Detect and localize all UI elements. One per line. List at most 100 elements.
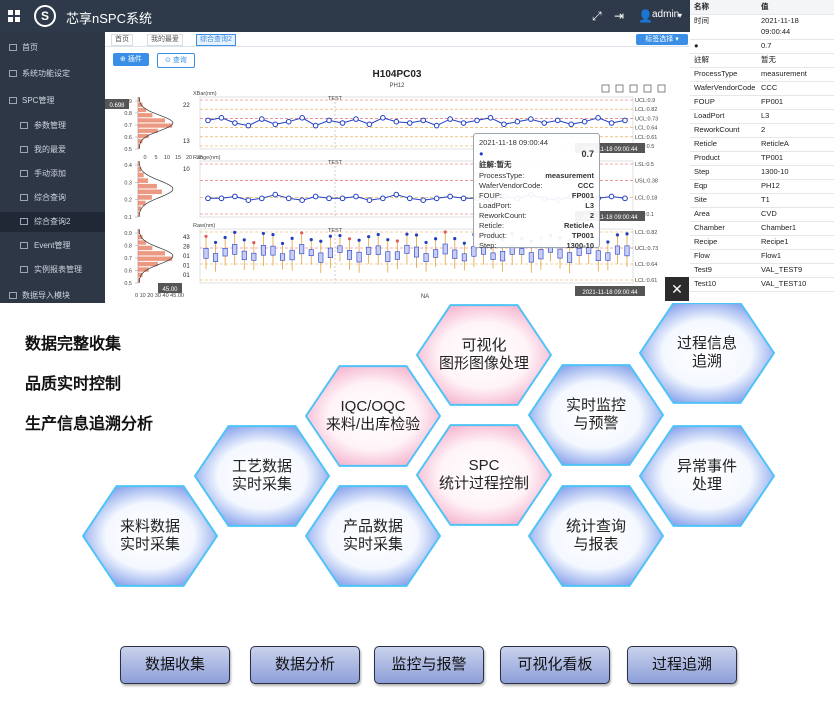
histogram-bar — [138, 113, 153, 118]
tab-home[interactable]: 首页 — [111, 34, 133, 46]
histogram-bar — [138, 118, 165, 123]
box-plot — [404, 244, 410, 254]
box-plot — [260, 245, 266, 256]
hexagon-label: 工艺数据 实时采集 — [231, 458, 292, 493]
histogram-bar — [138, 195, 152, 200]
property-row: 註解 暂无 — [690, 53, 834, 68]
outlier-point — [347, 237, 352, 241]
sidebar-item-import[interactable]: 数据导入模块 — [0, 286, 105, 303]
box-plot — [280, 253, 286, 261]
histogram-bar — [138, 183, 157, 189]
tab-bar: 首页 我的最爱 综合查询2 — [105, 32, 690, 47]
outlier-point — [204, 234, 208, 238]
box-plot — [308, 249, 314, 256]
y-tick-label: 0.5 — [124, 147, 132, 153]
current-value-text: 45.00 — [162, 287, 178, 293]
sidebar-item-spc[interactable]: SPC管理 — [0, 91, 105, 111]
normal-curve — [138, 160, 174, 218]
box-plot — [528, 252, 534, 263]
data-point — [245, 197, 252, 203]
box-plot — [452, 249, 458, 259]
fullscreen-icon[interactable]: ⤢ — [592, 9, 602, 24]
sidebar-item-query[interactable]: 综合查询 — [0, 188, 105, 208]
tab-favorites[interactable]: 我的最爱 — [147, 34, 183, 46]
data-point — [218, 195, 225, 202]
histogram-bar — [138, 172, 144, 178]
outlier-point — [213, 240, 218, 245]
sidebar-item-query2[interactable]: 综合查询2 — [0, 212, 105, 232]
outlier-point — [376, 232, 380, 237]
spc-control-chart[interactable]: H104PC03PH120510152025XBar(nm)0.90.80.70… — [105, 47, 690, 303]
box-plot — [385, 251, 391, 262]
property-row: 时间 2021-11-18 09:00:44 — [690, 15, 834, 40]
data-point — [608, 193, 615, 200]
normal-curve — [138, 228, 174, 284]
point-marker-icon: ● — [479, 149, 484, 158]
data-point — [353, 116, 359, 122]
tab-select-dropdown[interactable]: 标签选择 ▾ — [636, 34, 688, 45]
hist-x-ticks: 0 10 20 30 40 45.00 — [135, 293, 184, 299]
apps-grid-icon[interactable] — [8, 10, 20, 22]
normal-curve — [138, 96, 174, 150]
spc-app-screenshot: S 芯享nSPC系统 ⤢ ⇥ 👤 admin ▾ 首页 系统功能设定 SPC管理… — [0, 0, 834, 303]
section-label: TEST — [328, 160, 343, 166]
box-plot — [433, 249, 439, 258]
sidebar-item-params[interactable]: 参数管理 — [0, 116, 105, 136]
outlier-point — [434, 237, 438, 241]
y-tick-label: 0.7 — [124, 123, 132, 129]
limit-label: LCL:0.61 — [635, 278, 657, 284]
hist-tick-label: 0 — [143, 155, 146, 161]
pill-data-analysis: 数据分析 — [250, 646, 360, 684]
property-row: Chamber Chamber1 — [690, 221, 834, 236]
property-table: 名称 值 时间 2021-11-18 09:00:44 ● 0.7 註解 暂无 Proces… — [690, 0, 834, 303]
box-plot — [413, 246, 419, 258]
y-tick-label: 0.4 — [124, 163, 132, 169]
data-point — [501, 121, 507, 128]
box-plot — [299, 244, 305, 255]
tooltip-row: ProcessType: measurement — [479, 171, 594, 180]
box-plot — [213, 253, 219, 262]
tab-query2[interactable]: 综合查询2 — [196, 34, 236, 46]
limit-label: LCL:0.82 — [635, 107, 657, 113]
data-point — [339, 195, 346, 202]
sidebar-item-manual[interactable]: 手动添加 — [0, 164, 105, 184]
y-tick-label: 0.8 — [124, 111, 132, 117]
box-plot — [394, 251, 400, 260]
sidebar-item-home[interactable]: 首页 — [0, 38, 105, 58]
property-row: Test10 VAL_TEST10 — [690, 277, 834, 292]
sidebar-item-favorites[interactable]: 我的最爱 — [0, 140, 105, 160]
box-plot — [500, 250, 506, 262]
property-row: Test9 VAL_TEST9 — [690, 263, 834, 278]
limit-label: LCL:0.18 — [635, 195, 657, 201]
sidebar-item-reports[interactable]: 实例报表管理 — [0, 260, 105, 280]
logout-icon[interactable]: ⇥ — [614, 9, 624, 23]
bar-chart-icon — [20, 242, 28, 249]
close-button[interactable]: ✕ — [665, 277, 689, 301]
data-point — [608, 120, 615, 126]
app-title: 芯享nSPC系统 — [66, 11, 152, 26]
data-point — [393, 191, 400, 198]
property-row: ProcessType measurement — [690, 67, 834, 82]
box-plot — [375, 245, 381, 255]
limit-label: UCL:0.73 — [635, 116, 658, 122]
sidebar-item-event[interactable]: Event管理 — [0, 236, 105, 256]
hist-tick-label: 20 — [186, 155, 192, 161]
data-point — [259, 116, 265, 122]
tooltip-time: 2021-11-18 09:00:44 — [479, 138, 549, 147]
hexagon-label: 可视化 图形图像处理 — [438, 337, 529, 372]
sidebar-item-settings[interactable]: 系统功能设定 — [0, 64, 105, 84]
chevron-down-icon[interactable]: ▾ — [678, 11, 682, 20]
hist-count-label: 43 — [183, 235, 190, 241]
bar-chart-icon — [20, 218, 28, 225]
chart-title: H104PC03 — [373, 69, 422, 80]
limit-label: UCL:0.73 — [635, 246, 658, 252]
histogram-bar — [138, 256, 173, 261]
box-plot — [490, 252, 496, 260]
username[interactable]: admin — [652, 9, 679, 20]
zoom-icon — [615, 84, 624, 93]
tooltip-row: LoadPort: L3 — [479, 201, 594, 210]
box-plot — [241, 250, 247, 261]
property-row: ● 0.7 — [690, 39, 834, 54]
outlier-point — [223, 235, 227, 240]
user-icon[interactable]: 👤 — [638, 9, 653, 23]
